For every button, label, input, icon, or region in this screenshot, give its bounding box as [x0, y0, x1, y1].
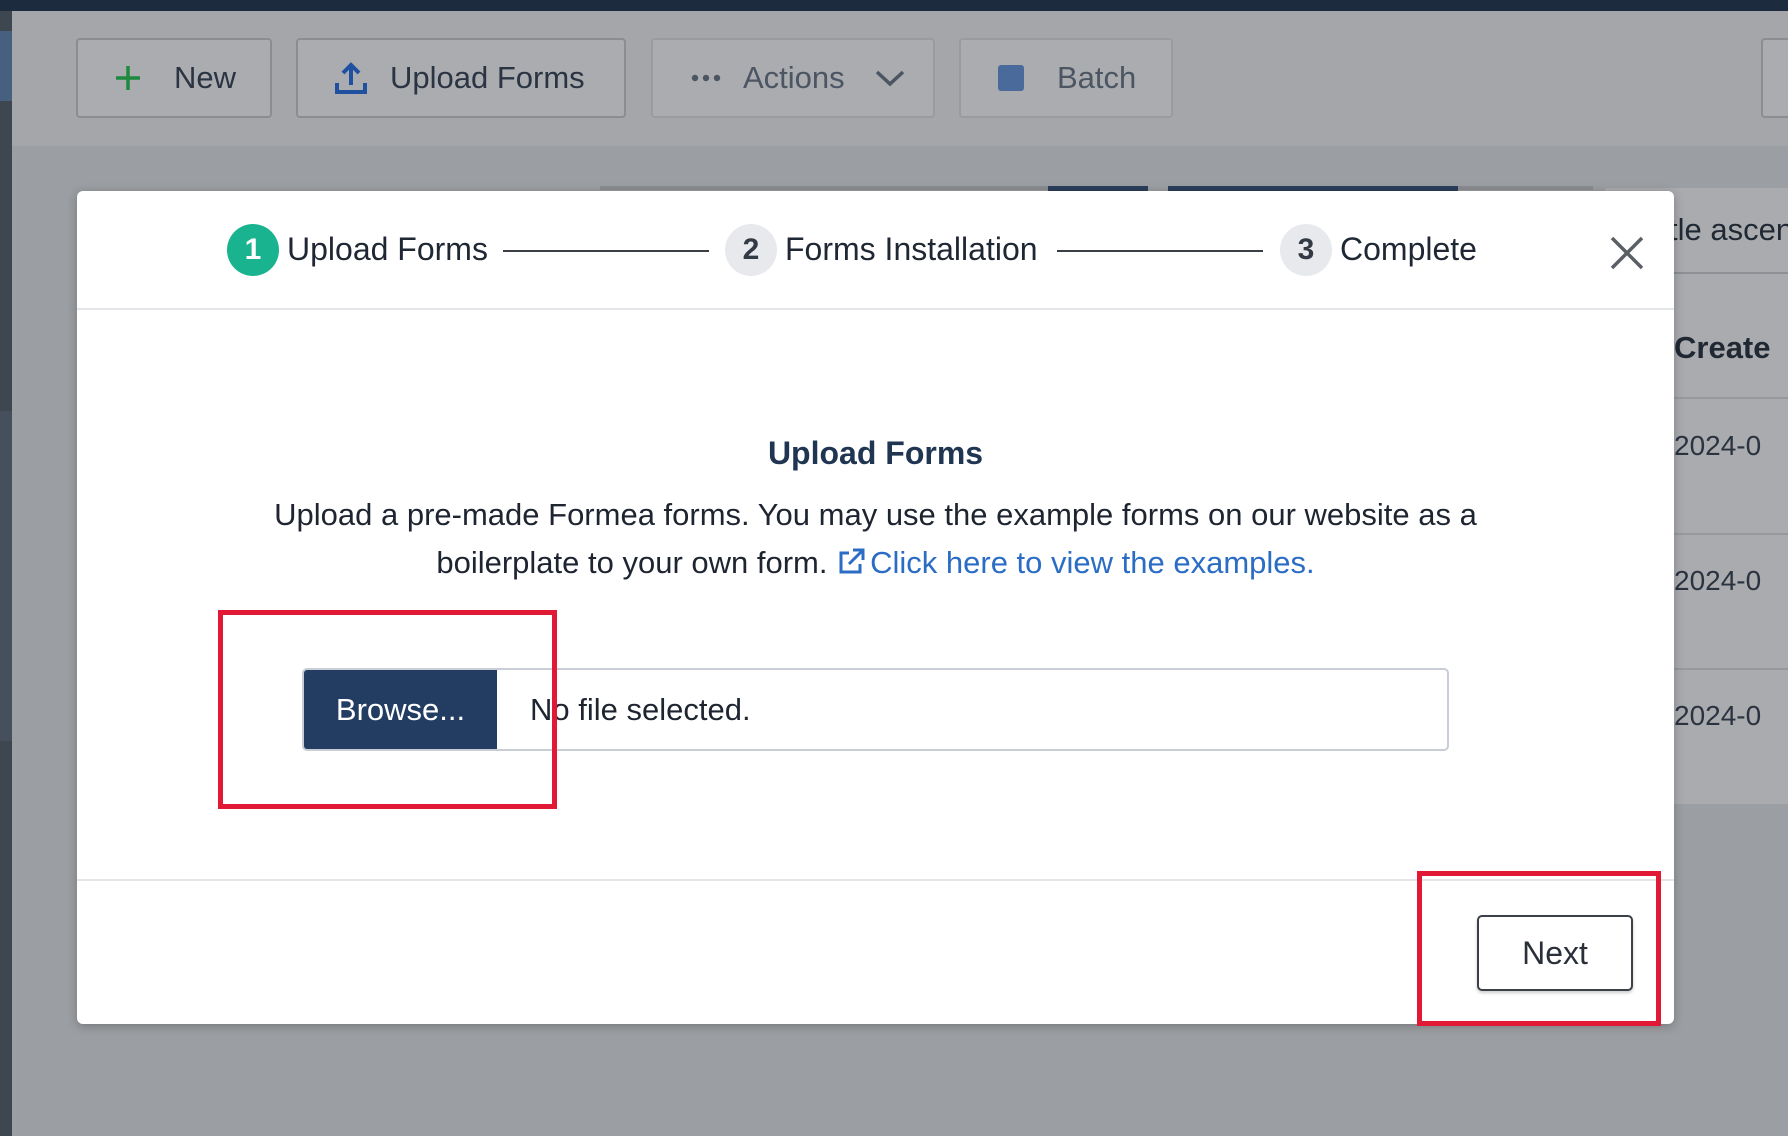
step-3-label: Complete — [1340, 231, 1477, 267]
close-icon[interactable] — [1607, 233, 1647, 273]
top-bar — [0, 0, 1788, 11]
modal-description: Upload a pre-made Formea forms. You may … — [227, 491, 1524, 591]
table-cell: 2024-0 — [1674, 700, 1762, 731]
step-1-badge: 1 — [227, 224, 279, 276]
upload-forms-modal: 1 Upload Forms 2 Forms Installation 3 Co… — [77, 191, 1674, 1024]
file-status-text: No file selected. — [530, 692, 751, 727]
step-3-badge: 3 — [1280, 224, 1332, 276]
step-2-badge: 2 — [725, 224, 777, 276]
table-cell: 2024-0 — [1674, 430, 1762, 461]
table-divider — [1674, 668, 1788, 670]
step-1-label: Upload Forms — [287, 231, 488, 267]
table-divider — [1674, 397, 1788, 399]
sort-dropdown-label: tle ascen — [1669, 212, 1788, 247]
modal-footer: Next — [77, 879, 1674, 1026]
new-button-label: New — [174, 60, 237, 95]
actions-dropdown-label: Actions — [743, 60, 845, 95]
chevron-down-icon — [875, 69, 905, 87]
ellipsis-icon — [691, 73, 721, 83]
step-connector — [1057, 250, 1263, 252]
external-link-icon — [836, 543, 866, 591]
upload-forms-button[interactable]: Upload Forms — [296, 38, 626, 118]
table-column-header[interactable]: Create — [1674, 330, 1771, 366]
description-line-2: boilerplate to your own form. — [436, 545, 828, 580]
wizard-steps: 1 Upload Forms 2 Forms Installation 3 Co… — [77, 191, 1674, 310]
table-divider — [1674, 533, 1788, 535]
batch-button-label: Batch — [1057, 60, 1137, 95]
step-connector — [503, 250, 709, 252]
toolbar-edge-button[interactable] — [1761, 38, 1788, 118]
plus-icon — [114, 64, 142, 92]
description-line-1: Upload a pre-made Formea forms. You may … — [274, 497, 1477, 532]
examples-link-text: Click here to view the examples. — [870, 545, 1315, 580]
sidebar-section — [0, 411, 12, 741]
left-sidebar — [0, 11, 12, 1136]
upload-icon — [334, 61, 368, 95]
toolbar: New Upload Forms Actions Batch — [12, 11, 1788, 146]
table-cell: 2024-0 — [1674, 565, 1762, 596]
step-2-label: Forms Installation — [785, 231, 1038, 267]
actions-dropdown[interactable]: Actions — [651, 38, 935, 118]
next-button[interactable]: Next — [1477, 915, 1633, 991]
examples-link[interactable]: Click here to view the examples. — [836, 545, 1315, 580]
batch-button[interactable]: Batch — [959, 38, 1173, 118]
modal-title: Upload Forms — [767, 435, 984, 471]
browse-button[interactable]: Browse... — [304, 670, 497, 749]
sidebar-accent — [0, 31, 12, 101]
new-button[interactable]: New — [76, 38, 272, 118]
upload-forms-button-label: Upload Forms — [390, 60, 585, 95]
background-tab — [600, 186, 1070, 190]
file-upload-field[interactable]: Browse... No file selected. — [302, 668, 1449, 751]
background-tab — [1458, 186, 1593, 190]
batch-square-icon — [997, 64, 1025, 92]
